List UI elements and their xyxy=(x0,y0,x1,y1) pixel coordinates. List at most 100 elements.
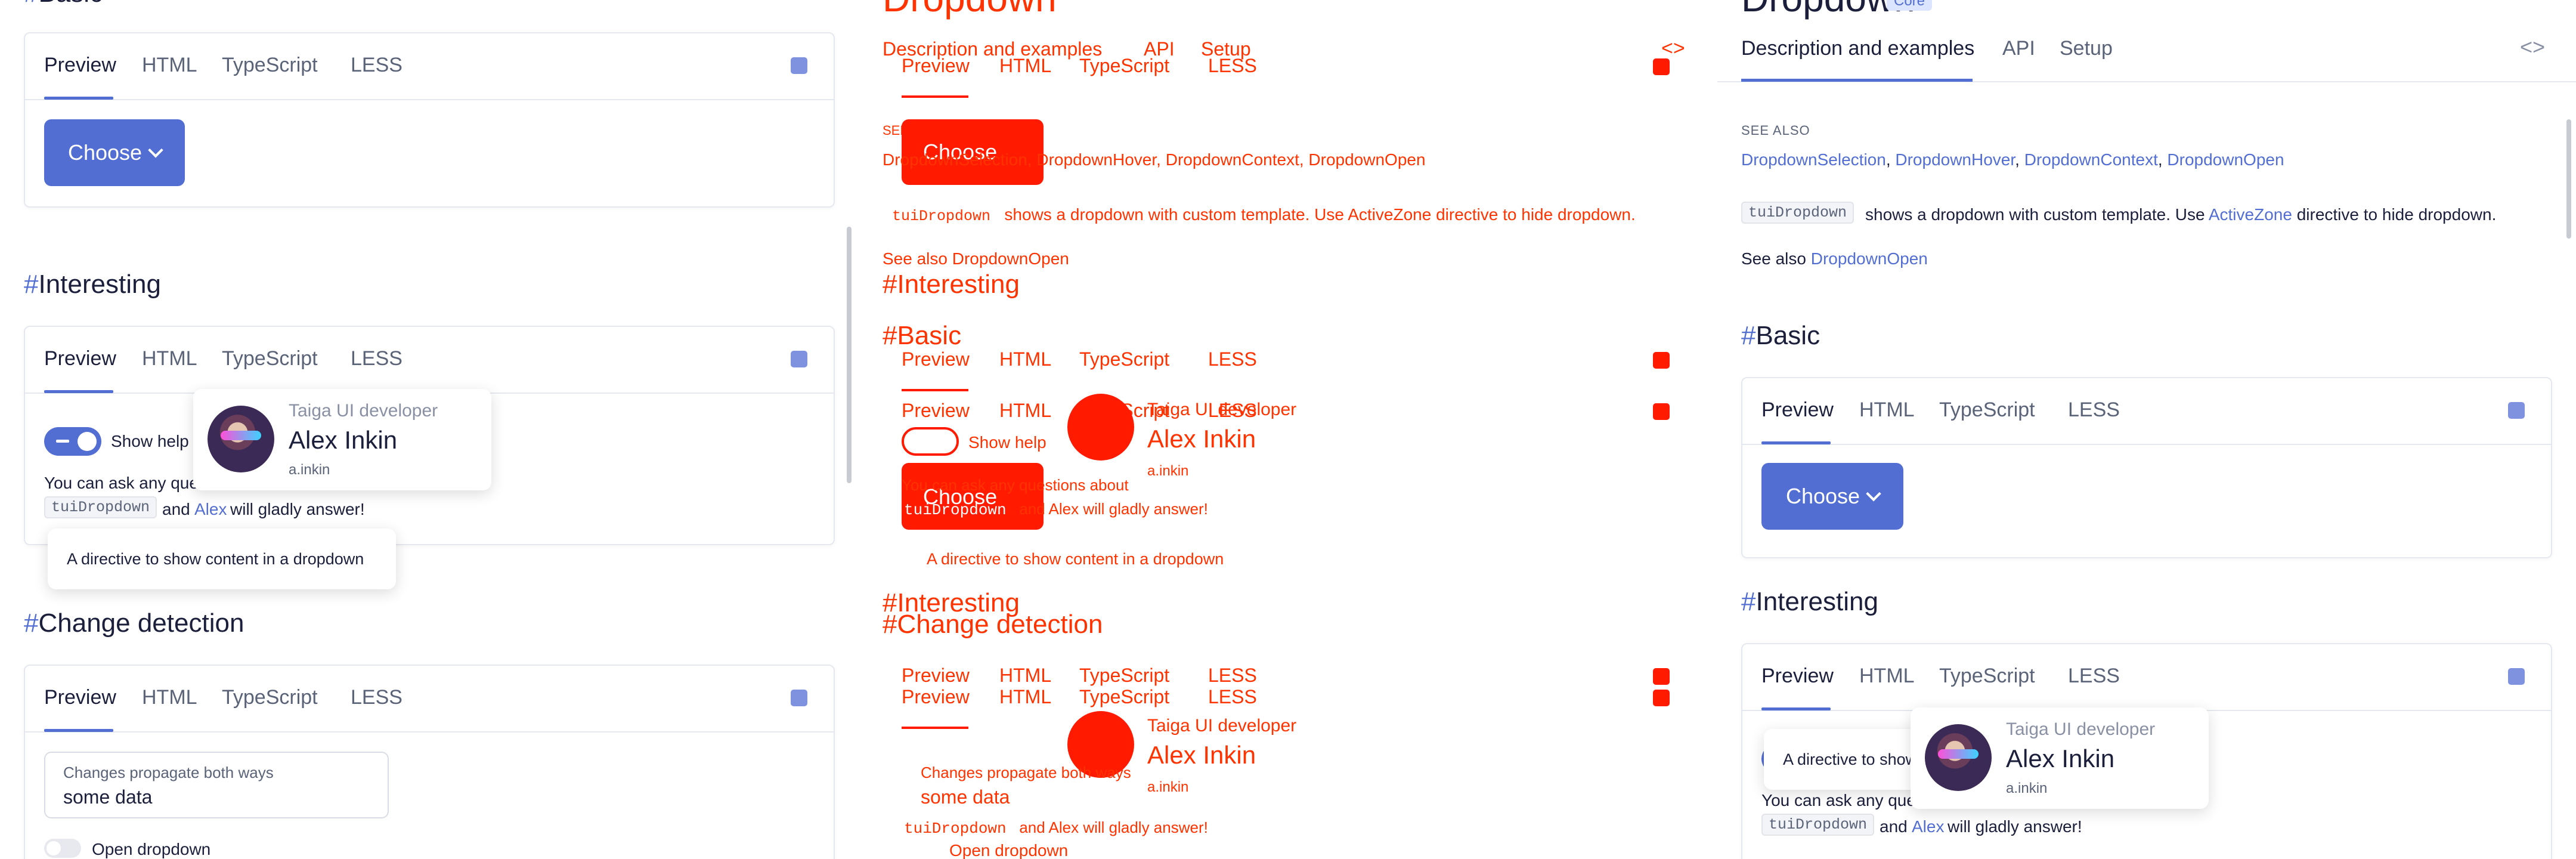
show-help-toggle[interactable] xyxy=(44,427,101,456)
choose-button[interactable]: Choose xyxy=(44,119,185,186)
link-dropdown-hover[interactable]: DropdownHover xyxy=(1895,150,2015,169)
profile-role: Taiga UI developer xyxy=(2006,719,2156,739)
link-dropdown-selection[interactable]: DropdownSelection xyxy=(883,150,1027,169)
profile-role: Taiga UI developer xyxy=(1147,716,1297,736)
alex-link[interactable]: Alex xyxy=(194,500,227,519)
tab-html[interactable]: HTML xyxy=(999,686,1051,708)
tab-preview[interactable]: Preview xyxy=(902,348,970,370)
tab-preview[interactable]: Preview xyxy=(44,54,116,77)
alex-link[interactable]: Alex xyxy=(1912,817,1944,836)
section-heading-change-detection: #Change detection xyxy=(883,610,1103,639)
stackblitz-icon[interactable] xyxy=(1653,690,1670,706)
dropdownopen-link[interactable]: DropdownOpen xyxy=(952,249,1069,268)
tab-less[interactable]: LESS xyxy=(351,347,402,370)
stackblitz-icon[interactable] xyxy=(791,690,807,706)
tab-api[interactable]: API xyxy=(2002,37,2035,60)
tab-preview[interactable]: Preview xyxy=(1761,398,1834,422)
tab-less[interactable]: LESS xyxy=(1208,686,1257,708)
tab-typescript[interactable]: TypeScript xyxy=(222,347,318,370)
help-text-line2: tuiDropdown and Alex will gladly answer! xyxy=(904,500,1208,519)
tab-preview[interactable]: Preview xyxy=(1761,665,1834,688)
link-dropdown-open[interactable]: DropdownOpen xyxy=(2167,150,2284,169)
tab-html[interactable]: HTML xyxy=(142,54,197,77)
link-dropdown-open[interactable]: DropdownOpen xyxy=(1308,150,1425,169)
tab-typescript[interactable]: TypeScript xyxy=(1079,665,1169,687)
tab-preview[interactable]: Preview xyxy=(902,665,970,687)
scrollbar[interactable] xyxy=(847,227,852,483)
help-text: You can ask any questions about xyxy=(902,476,1129,494)
tab-html[interactable]: HTML xyxy=(999,348,1051,370)
link-dropdown-context[interactable]: DropdownContext xyxy=(2024,150,2158,169)
link-dropdown-hover[interactable]: DropdownHover xyxy=(1036,150,1156,169)
stackblitz-icon[interactable] xyxy=(2508,668,2525,685)
stackblitz-icon[interactable] xyxy=(1653,352,1670,369)
tab-typescript[interactable]: TypeScript xyxy=(1939,665,2035,688)
page-title: Dropdown xyxy=(883,0,1057,20)
demo-card-interesting: Preview HTML TypeScript LESS Show help Y… xyxy=(24,326,835,589)
tab-html[interactable]: HTML xyxy=(999,400,1051,422)
section-heading-interesting: #Interesting xyxy=(1741,587,1878,616)
section-heading-basic: #Basic xyxy=(1741,321,1820,350)
tab-less[interactable]: LESS xyxy=(2068,665,2120,688)
choose-button[interactable]: Choose xyxy=(1761,463,1903,530)
stackblitz-icon[interactable] xyxy=(1653,668,1670,685)
active-tab-indicator xyxy=(902,727,968,729)
demo-card-change-detection: Preview HTML TypeScript LESS Changes pro… xyxy=(24,665,835,859)
stackblitz-icon[interactable] xyxy=(791,57,807,74)
tab-html[interactable]: HTML xyxy=(999,55,1051,77)
inline-code: tuiDropdown xyxy=(44,496,157,518)
activezone-link[interactable]: ActiveZone xyxy=(2209,205,2292,224)
tab-preview[interactable]: Preview xyxy=(44,347,116,370)
tab-description[interactable]: Description and examples xyxy=(1741,37,1974,60)
tab-typescript[interactable]: TypeScript xyxy=(222,686,318,709)
avatar xyxy=(1067,394,1134,461)
tooltip-hint: A directive to show content in a dropdow… xyxy=(48,529,396,589)
activezone-link[interactable]: ActiveZone xyxy=(1348,205,1431,224)
tab-typescript[interactable]: TypeScript xyxy=(1939,398,2035,422)
profile-dropdown: Taiga UI developer Alex Inkin a.inkin xyxy=(1911,707,2209,809)
tab-html[interactable]: HTML xyxy=(142,686,197,709)
tab-less[interactable]: LESS xyxy=(1208,665,1257,687)
tab-typescript[interactable]: TypeScript xyxy=(1079,686,1169,708)
avatar xyxy=(208,406,274,472)
open-dropdown-toggle[interactable] xyxy=(44,839,81,858)
stackblitz-icon[interactable] xyxy=(1653,58,1670,75)
tab-html[interactable]: HTML xyxy=(1859,398,1915,422)
help-text-line2: tuiDropdown and Alex will gladly answer! xyxy=(904,818,1208,838)
tab-preview[interactable]: Preview xyxy=(902,686,970,708)
tab-less[interactable]: LESS xyxy=(2068,398,2120,422)
tab-preview[interactable]: Preview xyxy=(44,686,116,709)
profile-role: Taiga UI developer xyxy=(1147,400,1297,419)
demo-card-basic: Preview HTML TypeScript LESS Choose xyxy=(24,32,835,208)
tab-less[interactable]: LESS xyxy=(351,686,402,709)
demo-card-interesting: Preview HTML TypeScript LESS You can ask… xyxy=(1741,643,2552,859)
tab-less[interactable]: LESS xyxy=(351,54,402,77)
tab-typescript[interactable]: TypeScript xyxy=(1079,348,1169,370)
tab-html[interactable]: HTML xyxy=(999,665,1051,687)
tab-typescript[interactable]: TypeScript xyxy=(222,54,318,77)
tab-less[interactable]: LESS xyxy=(1208,55,1257,77)
tab-setup[interactable]: Setup xyxy=(2060,37,2113,60)
scrollbar[interactable] xyxy=(2566,119,2571,239)
dropdownopen-link[interactable]: DropdownOpen xyxy=(1811,249,1928,268)
tab-typescript[interactable]: TypeScript xyxy=(1079,55,1169,77)
stackblitz-icon[interactable] xyxy=(1653,403,1670,420)
tab-preview[interactable]: Preview xyxy=(902,400,970,422)
tooltip-text: A directive to show content in a dropdow… xyxy=(67,550,364,568)
field-value: some data xyxy=(63,786,153,808)
stackblitz-icon[interactable] xyxy=(791,351,807,367)
code-brackets-icon[interactable]: <> xyxy=(2520,35,2545,60)
code-brackets-icon[interactable]: <> xyxy=(1661,37,1685,60)
data-input[interactable]: Changes propagate both ways some data xyxy=(44,752,389,818)
show-help-toggle[interactable] xyxy=(902,427,959,456)
tab-less[interactable]: LESS xyxy=(1208,348,1257,370)
link-dropdown-selection[interactable]: DropdownSelection xyxy=(1741,150,1886,169)
tab-html[interactable]: HTML xyxy=(1859,665,1915,688)
section-heading-change-detection: #Change detection xyxy=(24,608,244,638)
tab-html[interactable]: HTML xyxy=(142,347,197,370)
tab-preview[interactable]: Preview xyxy=(902,55,970,77)
stackblitz-icon[interactable] xyxy=(2508,402,2525,419)
show-help-label: Show help xyxy=(111,432,189,450)
link-dropdown-context[interactable]: DropdownContext xyxy=(1166,150,1299,169)
active-tab-indicator xyxy=(902,95,968,98)
